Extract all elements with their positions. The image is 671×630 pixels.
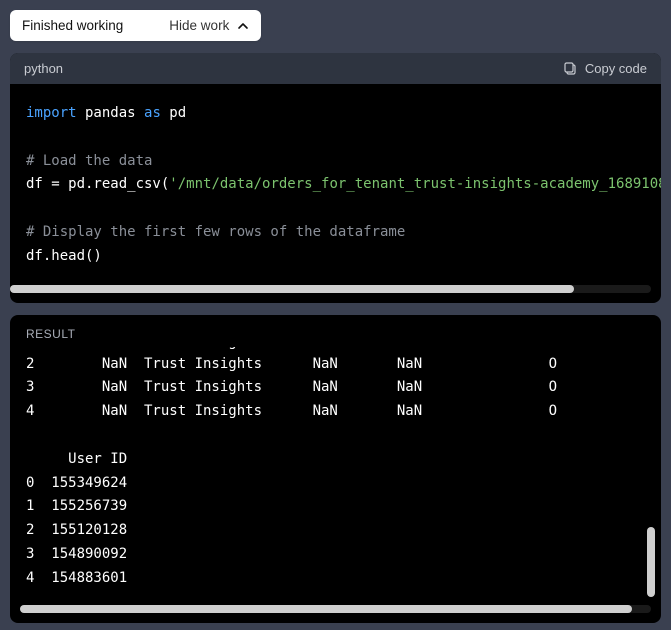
result-partial-row: 1 NaN Trust Insights NaN NaN O	[26, 347, 645, 353]
copy-code-label: Copy code	[585, 61, 647, 76]
work-status-text: Finished working	[22, 18, 123, 33]
copy-code-button[interactable]: Copy code	[563, 61, 647, 76]
result-vertical-scrollbar[interactable]	[647, 527, 655, 597]
code-token: '/mnt/data/orders_for_tenant_trust-insig…	[169, 176, 661, 192]
code-token: import	[26, 105, 77, 121]
code-token: as	[144, 105, 161, 121]
hide-work-toggle[interactable]: Hide work	[169, 18, 249, 33]
code-token: pd	[161, 105, 186, 121]
result-body[interactable]: 1 NaN Trust Insights NaN NaN O 2 NaN Tru…	[10, 347, 661, 599]
code-horizontal-scrollbar[interactable]	[10, 285, 651, 293]
code-token: # Display the first few rows of the data…	[26, 224, 405, 240]
code-token: df = pd.read_csv(	[26, 176, 169, 192]
code-token: # Load the data	[26, 153, 152, 169]
code-header: python Copy code	[10, 53, 661, 84]
code-token: pandas	[77, 105, 144, 121]
result-horizontal-scrollbar[interactable]	[20, 605, 651, 613]
hide-work-label: Hide work	[169, 18, 229, 33]
scrollbar-thumb[interactable]	[10, 285, 574, 293]
code-token: df.head()	[26, 248, 102, 264]
code-content: import pandas as pd # Load the data df =…	[26, 102, 645, 269]
code-block: python Copy code import pandas as pd # L…	[10, 53, 661, 303]
code-language-label: python	[24, 61, 63, 76]
chevron-up-icon	[237, 20, 249, 32]
scrollbar-thumb[interactable]	[647, 527, 655, 597]
result-label: RESULT	[10, 315, 661, 347]
work-status-pill: Finished working Hide work	[10, 10, 261, 41]
result-content: 2 NaN Trust Insights NaN NaN O 3 NaN Tru…	[26, 353, 645, 591]
result-block: RESULT 1 NaN Trust Insights NaN NaN O 2 …	[10, 315, 661, 623]
clipboard-icon	[563, 62, 577, 76]
scrollbar-thumb[interactable]	[20, 605, 632, 613]
code-body[interactable]: import pandas as pd # Load the data df =…	[10, 84, 661, 279]
result-partial-text: 1 NaN Trust Insights NaN NaN O	[26, 347, 645, 353]
